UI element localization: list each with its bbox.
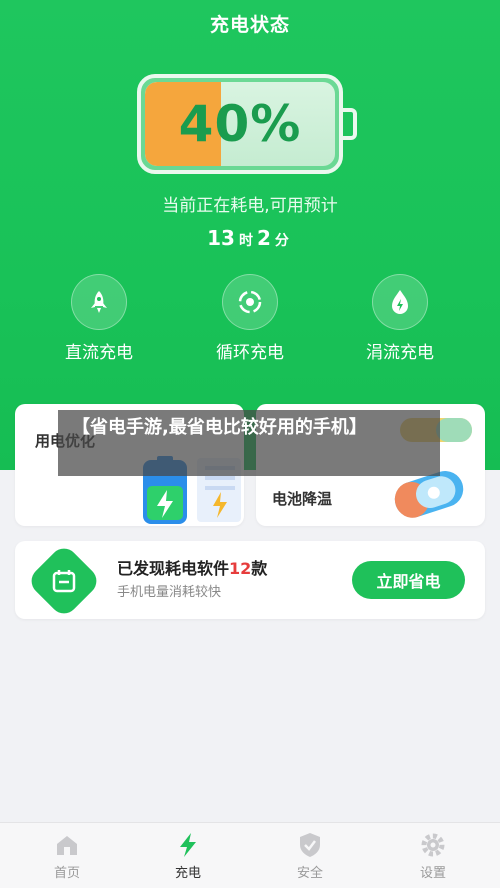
mode-trickle-charge[interactable]: 涓流充电: [335, 274, 465, 363]
battery-cap: [343, 108, 357, 140]
page-title: 充电状态: [209, 14, 290, 36]
remaining-label: 当前正在耗电,可用预计: [162, 196, 338, 216]
bottom-nav: 首页 充电 安全 设置: [0, 822, 500, 888]
title-suffix: 款: [251, 559, 268, 578]
mode-label: 涓流充电: [366, 343, 434, 363]
rocket-icon: [71, 274, 127, 330]
nav-item-home[interactable]: 首页: [27, 831, 107, 881]
nav-label: 安全: [296, 866, 323, 881]
hours-unit: 时: [238, 233, 253, 249]
app-count: 12: [229, 559, 252, 578]
mode-cycle-charge[interactable]: 循环充电: [185, 274, 315, 363]
nav-item-security[interactable]: 安全: [270, 831, 350, 881]
remaining-time: 13 时 2 分: [0, 226, 500, 250]
nav-label: 首页: [53, 866, 80, 881]
nav-label: 设置: [419, 866, 446, 881]
battery-indicator: 40%: [137, 74, 343, 174]
battery-body: 40%: [145, 82, 335, 166]
title-prefix: 已发现耗电软件: [117, 559, 230, 578]
cycle-icon: [222, 274, 278, 330]
nav-item-charge[interactable]: 充电: [148, 831, 228, 881]
shield-icon: [270, 831, 350, 859]
gear-icon: [393, 831, 473, 859]
nav-item-settings[interactable]: 设置: [393, 831, 473, 881]
remaining-minutes: 2: [256, 226, 271, 250]
mode-label: 直流充电: [65, 343, 133, 363]
article-title-banner: 【省电手游,最省电比较好用的手机】: [58, 410, 440, 476]
power-apps-title: 已发现耗电软件12款: [117, 555, 267, 579]
power-apps-card: 已发现耗电软件12款 手机电量消耗较快 立即省电: [15, 541, 485, 620]
nav-label: 充电: [174, 866, 201, 881]
battery-percent: 40%: [178, 95, 302, 153]
mode-label: 循环充电: [216, 343, 284, 363]
minutes-unit: 分: [274, 233, 289, 249]
home-icon: [27, 831, 107, 859]
bolt-icon: [148, 831, 228, 859]
calendar-icon: [37, 554, 91, 608]
power-apps-subtitle: 手机电量消耗较快: [117, 585, 222, 600]
card-title: 电池降温: [272, 490, 333, 508]
droplet-icon: [372, 274, 428, 330]
mode-direct-charge[interactable]: 直流充电: [34, 274, 164, 363]
remaining-hours: 13: [207, 226, 235, 250]
save-power-button[interactable]: 立即省电: [352, 561, 465, 599]
